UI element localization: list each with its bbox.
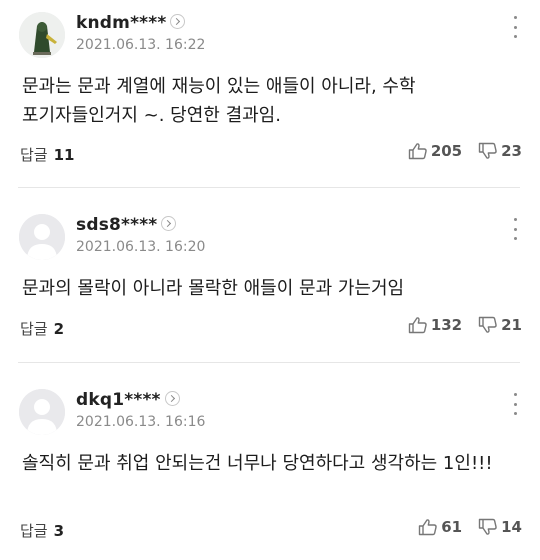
reply-count: 3 xyxy=(53,522,65,540)
dislike-count: 23 xyxy=(501,142,522,160)
vote-group: 205 23 xyxy=(408,142,522,160)
reply-label: 답글 xyxy=(20,320,48,338)
vote-group: 61 14 xyxy=(418,518,522,536)
reply-button[interactable]: 답글 11 xyxy=(20,144,74,165)
thumbs-down-icon xyxy=(478,316,497,333)
reply-label: 답글 xyxy=(20,522,48,540)
dislike-button[interactable]: 21 xyxy=(478,316,522,334)
reply-count: 2 xyxy=(53,320,65,338)
chevron-right-icon[interactable] xyxy=(164,390,180,406)
profile-figure-image xyxy=(19,12,65,58)
dislike-button[interactable]: 14 xyxy=(478,518,522,536)
username-text[interactable]: kndm**** xyxy=(76,13,166,33)
username-text[interactable]: sds8**** xyxy=(76,215,157,235)
timestamp: 2021.06.13. 16:20 xyxy=(76,239,206,255)
comment-item: dkq1**** 2021.06.13. 16:16 솔직히 문과 취업 안되는… xyxy=(0,389,540,555)
timestamp: 2021.06.13. 16:16 xyxy=(76,414,206,430)
more-options-icon[interactable] xyxy=(510,393,520,415)
username[interactable]: sds8**** xyxy=(76,215,177,235)
like-button[interactable]: 61 xyxy=(418,518,462,536)
avatar[interactable] xyxy=(19,389,65,435)
dislike-button[interactable]: 23 xyxy=(478,142,522,160)
username-text[interactable]: dkq1**** xyxy=(76,390,161,410)
reply-label: 답글 xyxy=(20,146,48,164)
comment-item: kndm**** 2021.06.13. 16:22 문과는 문과 계열에 재능… xyxy=(0,12,540,180)
like-button[interactable]: 205 xyxy=(408,142,462,160)
default-avatar-icon xyxy=(19,214,65,260)
comment-item: sds8**** 2021.06.13. 16:20 문과의 몰락이 아니라 몰… xyxy=(0,214,540,344)
username[interactable]: kndm**** xyxy=(76,13,186,33)
avatar[interactable] xyxy=(19,12,65,58)
reply-button[interactable]: 답글 3 xyxy=(20,520,64,541)
comment-text: 문과의 몰락이 아니라 몰락한 애들이 문과 가는거임 xyxy=(22,278,405,299)
avatar[interactable] xyxy=(19,214,65,260)
more-options-icon[interactable] xyxy=(510,218,520,240)
chevron-right-icon[interactable] xyxy=(161,215,177,231)
default-avatar-icon xyxy=(19,389,65,435)
timestamp: 2021.06.13. 16:22 xyxy=(76,37,206,53)
like-count: 132 xyxy=(430,316,463,334)
thumbs-up-icon xyxy=(408,143,427,160)
thumbs-up-icon xyxy=(419,519,437,536)
more-options-icon[interactable] xyxy=(510,16,520,38)
dislike-count: 14 xyxy=(501,518,522,536)
like-count: 205 xyxy=(430,142,463,160)
like-count: 61 xyxy=(441,518,463,536)
reply-button[interactable]: 답글 2 xyxy=(20,318,64,339)
comment-text: 문과는 문과 계열에 재능이 있는 애들이 아니라, 수학 포기자들인거지 ~.… xyxy=(22,76,416,126)
chevron-right-icon[interactable] xyxy=(170,13,186,29)
reply-count: 11 xyxy=(53,146,75,164)
divider xyxy=(18,187,520,188)
username[interactable]: dkq1**** xyxy=(76,390,180,410)
divider xyxy=(18,362,520,363)
thumbs-down-icon xyxy=(478,518,497,535)
comment-text: 솔직히 문과 취업 안되는건 너무나 당연하다고 생각하는 1인!!! xyxy=(22,453,493,474)
dislike-count: 21 xyxy=(501,316,522,334)
vote-group: 132 21 xyxy=(408,316,522,334)
thumbs-down-icon xyxy=(478,142,497,159)
thumbs-up-icon xyxy=(408,317,427,334)
like-button[interactable]: 132 xyxy=(408,316,462,334)
